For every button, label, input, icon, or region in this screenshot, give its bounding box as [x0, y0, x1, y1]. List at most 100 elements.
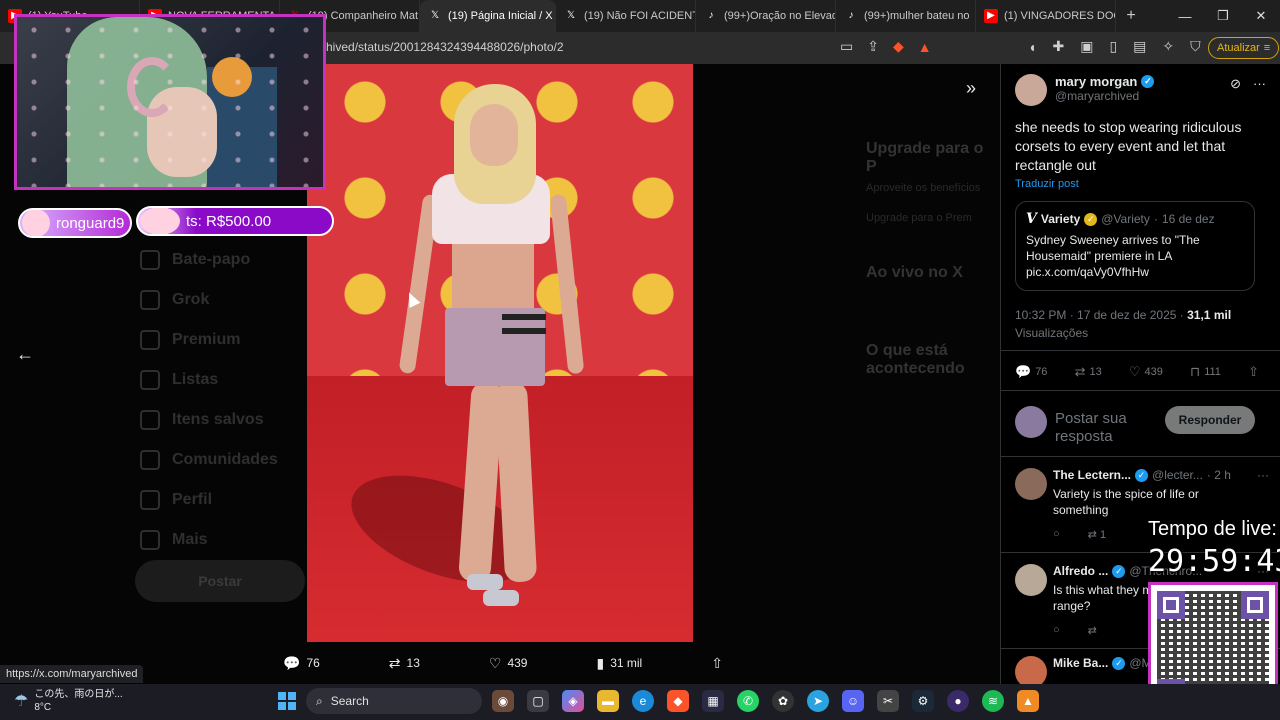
reply-time: · 2 h	[1206, 468, 1231, 482]
avatar[interactable]	[1015, 564, 1047, 596]
more-options-icon[interactable]: ···	[1257, 468, 1269, 482]
quote-author-name: Variety	[1040, 212, 1081, 226]
repost-action[interactable]: ⇄ 1	[1088, 528, 1106, 541]
figure-face	[470, 104, 518, 166]
reply-author-name: Mike Ba...	[1053, 656, 1109, 670]
close-window-icon[interactable]: ✕	[1242, 0, 1280, 32]
avatar[interactable]	[1015, 468, 1047, 500]
reply-count: 76	[1035, 366, 1048, 378]
browser-tab-label: (19) Página Inicial / X	[448, 10, 553, 22]
new-tab-icon[interactable]: +	[1116, 7, 1146, 25]
like-action[interactable]: ♡ 439	[1129, 364, 1163, 380]
extensions-icon[interactable]: ✚	[1052, 38, 1064, 55]
screenshot-icon[interactable]: ▣	[1080, 38, 1093, 55]
post-photo[interactable]	[307, 64, 693, 642]
minimize-icon[interactable]: —	[1166, 0, 1204, 32]
avatar[interactable]	[1015, 74, 1047, 106]
repost-count: 13	[406, 656, 420, 670]
reply-action[interactable]: 💬 76	[283, 655, 320, 672]
repost-icon: ⇄	[388, 654, 401, 671]
quoted-tweet[interactable]: V Variety ✓ @Variety · 16 de dez Sydney …	[1015, 201, 1255, 291]
reply-action-bar: ○ ⇄	[1053, 624, 1097, 637]
reply-button[interactable]: Responder	[1165, 406, 1255, 434]
divider	[1001, 390, 1280, 391]
cast-icon[interactable]: ▭	[840, 38, 853, 55]
audio-icon[interactable]: ◖	[1028, 39, 1036, 55]
like-action[interactable]: ♡ 439	[489, 655, 528, 672]
browser-tab[interactable]: ♪ (99+)mulher bateu no	[836, 0, 976, 32]
avatar[interactable]	[1015, 656, 1047, 684]
discord-icon[interactable]: ☺	[842, 690, 864, 712]
translate-link[interactable]: Traduzir post	[1015, 178, 1079, 190]
telegram-icon[interactable]: ➤	[807, 690, 829, 712]
repost-icon: ⇄	[1074, 364, 1086, 379]
bookmark-action[interactable]: ⊓ 111	[1190, 364, 1221, 380]
sidebar-icon[interactable]: ▯	[1109, 38, 1117, 55]
wallet-icon[interactable]: ▤	[1133, 38, 1146, 55]
tweet-text: she needs to stop wearing ridiculous cor…	[1015, 119, 1242, 173]
nav-icon	[140, 410, 160, 430]
maximize-icon[interactable]: ❐	[1204, 0, 1242, 32]
chatgpt-icon[interactable]: ✿	[772, 690, 794, 712]
update-button[interactable]: Atualizar ≡	[1208, 37, 1280, 59]
author-handle: @maryarchived	[1055, 89, 1140, 103]
reply-icon[interactable]: ○	[1053, 624, 1060, 637]
leo-ai-icon[interactable]: ✧	[1162, 38, 1174, 55]
verified-icon: ✓	[1112, 564, 1126, 578]
repost-action[interactable]: ⇄ 13	[389, 655, 420, 672]
share-icon[interactable]: ⇪	[867, 38, 879, 55]
reply-input[interactable]: Postar sua resposta	[1055, 410, 1155, 446]
background-nav-item: Mais	[140, 520, 278, 560]
figure-shoe	[483, 590, 519, 606]
brave-rewards-icon[interactable]: ▲	[918, 39, 932, 55]
back-arrow-icon[interactable]: ←	[16, 344, 34, 365]
edge-icon[interactable]: e	[632, 690, 654, 712]
weather-widget[interactable]: ☂ この先、雨の日が... 8°C	[14, 688, 123, 714]
whatsapp-icon[interactable]: ✆	[737, 690, 759, 712]
share-action[interactable]: ⇧	[1248, 364, 1259, 380]
spotify-icon[interactable]: ≋	[982, 690, 1004, 712]
window-controls: — ❐ ✕	[1166, 0, 1280, 32]
grok-icon[interactable]: ⊘	[1230, 76, 1241, 92]
brave-shield-icon[interactable]: ◆	[893, 38, 904, 55]
repost-count: 1	[1099, 529, 1107, 541]
quote-separator: ·	[1153, 212, 1158, 226]
vpn-icon[interactable]: ⛉	[1190, 38, 1201, 55]
browser-tab[interactable]: ▶ (1) VINGADORES DOO	[976, 0, 1116, 32]
windows-start-icon[interactable]	[278, 692, 296, 710]
tweet-views-count: 31,1 mil	[1187, 308, 1232, 322]
obs-icon[interactable]: ●	[947, 690, 969, 712]
vlc-icon[interactable]: ▲	[1017, 690, 1039, 712]
file-explorer-icon[interactable]: ▬	[597, 690, 619, 712]
repost-action[interactable]: ⇄ 13	[1075, 364, 1102, 380]
search-highlight-icon[interactable]: ◉	[492, 690, 514, 712]
background-post-button: Postar	[135, 560, 305, 602]
browser-tab[interactable]: 𝕏 (19) Não FOI ACIDENTE	[556, 0, 696, 32]
webcam-overlay	[14, 14, 326, 190]
reply-action[interactable]: 💬 76	[1015, 364, 1047, 380]
bookmark-count: 111	[1204, 366, 1221, 378]
task-view-icon[interactable]: ▢	[527, 690, 549, 712]
copilot-icon[interactable]: ◈	[562, 690, 584, 712]
share-action[interactable]: ⇧	[711, 655, 723, 672]
tweet-author[interactable]: mary morgan ✓ @maryarchived	[1015, 74, 1155, 106]
browser-tab[interactable]: 𝕏(19) Página Inicial / X✕	[420, 0, 556, 32]
nav-icon	[140, 450, 160, 470]
menu-icon: ≡	[1263, 42, 1271, 54]
brave-icon[interactable]: ◆	[667, 690, 689, 712]
more-options-icon[interactable]: ···	[1253, 76, 1266, 92]
views-action[interactable]: ▮ 31 mil	[596, 655, 642, 672]
store-icon[interactable]: ▦	[702, 690, 724, 712]
background-nav-item: Premium	[140, 320, 278, 360]
x-icon: 𝕏	[430, 10, 440, 21]
url-field[interactable]: hived/status/2001284324394488026/photo/2	[326, 40, 564, 54]
reply-icon[interactable]: ○	[1053, 528, 1060, 541]
repost-action[interactable]: ⇄	[1088, 624, 1097, 637]
collapse-panel-icon[interactable]: »	[966, 78, 976, 99]
capcut-icon[interactable]: ✂	[877, 690, 899, 712]
browser-tab[interactable]: ♪ (99+)Oração no Elevad	[696, 0, 836, 32]
alert-pill-user-text: ronguard9	[56, 214, 125, 232]
background-nav: Bate-papo Grok Premium Listas Itens salvos Co…	[140, 240, 278, 560]
taskbar-search[interactable]: ⌕ Search	[306, 688, 482, 714]
steam-icon[interactable]: ⚙	[912, 690, 934, 712]
